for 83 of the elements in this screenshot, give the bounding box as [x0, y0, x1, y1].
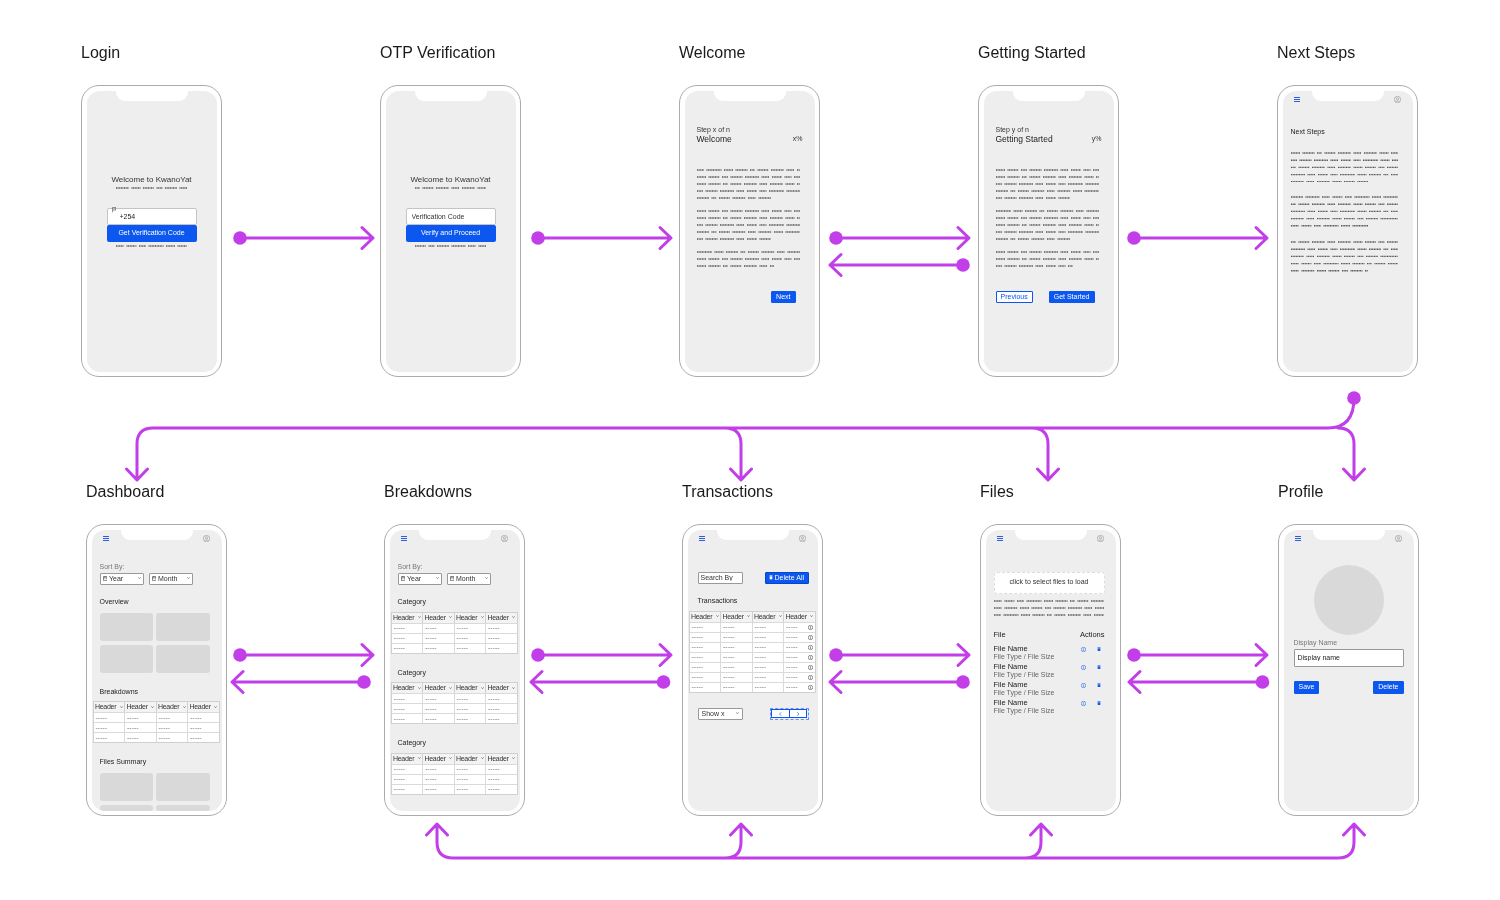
chevron-down-icon — [747, 615, 750, 618]
step-heading: Getting Started — [995, 133, 1053, 144]
chevron-down-icon — [435, 577, 439, 580]
chevron-down-icon — [484, 577, 488, 580]
user-icon[interactable] — [798, 535, 806, 542]
placeholder-card — [156, 804, 210, 811]
info-icon[interactable] — [807, 664, 813, 670]
welcome-heading: Welcome to KwanoYat — [110, 174, 193, 185]
screen-title: Files — [980, 482, 1015, 501]
screen-title: Welcome — [679, 43, 747, 62]
info-icon[interactable] — [807, 654, 813, 660]
chevron-down-icon — [735, 712, 739, 715]
menu-icon[interactable] — [996, 536, 1003, 541]
screen-title: Getting Started — [978, 43, 1087, 62]
trash-icon[interactable] — [1097, 664, 1101, 670]
chevron-down-icon — [186, 577, 190, 580]
user-icon[interactable] — [1096, 535, 1104, 542]
info-icon[interactable] — [807, 644, 813, 650]
screen-title: Next Steps — [1277, 43, 1357, 62]
info-icon[interactable] — [807, 674, 813, 680]
screen-title: Breakdowns — [384, 482, 474, 501]
menu-icon[interactable] — [1294, 536, 1301, 541]
chevron-down-icon — [480, 757, 484, 760]
chevron-down-icon — [778, 615, 782, 618]
placeholder-card — [99, 804, 153, 811]
chevron-down-icon — [512, 686, 515, 690]
chevron-down-icon — [512, 757, 515, 760]
trash-icon[interactable] — [1097, 646, 1101, 652]
placeholder-text-drawing — [116, 186, 187, 189]
chevron-down-icon — [182, 705, 186, 709]
chevron-down-icon — [449, 616, 452, 619]
placeholder-text-drawing — [415, 244, 486, 247]
chevron-down-icon — [715, 615, 719, 618]
calendar-icon — [449, 576, 454, 581]
user-icon[interactable] — [1394, 535, 1402, 542]
calendar-icon — [102, 576, 107, 581]
chevron-down-icon — [214, 705, 217, 709]
chevron-down-icon — [417, 757, 421, 760]
screen-title: Transactions — [682, 482, 774, 501]
user-icon[interactable] — [500, 535, 508, 542]
menu-icon[interactable] — [1293, 97, 1300, 102]
welcome-heading: Welcome to KwanoYat — [409, 174, 492, 185]
screen-title: Dashboard — [86, 482, 166, 501]
info-icon[interactable] — [1081, 646, 1086, 652]
chevron-down-icon — [480, 616, 484, 619]
chevron-left-icon — [779, 711, 782, 716]
chevron-down-icon — [810, 615, 813, 618]
placeholder-text-drawing — [415, 186, 486, 189]
menu-icon[interactable] — [400, 536, 407, 541]
menu-icon[interactable] — [698, 536, 705, 541]
chevron-down-icon — [480, 686, 484, 690]
info-icon[interactable] — [807, 684, 813, 690]
chevron-down-icon — [417, 686, 421, 690]
chevron-down-icon — [119, 705, 123, 709]
chevron-down-icon — [449, 686, 452, 690]
trash-icon[interactable] — [1097, 700, 1101, 706]
chevron-down-icon — [417, 616, 421, 619]
step-heading: Welcome — [696, 133, 732, 144]
info-icon[interactable] — [1081, 682, 1086, 688]
chevron-right-icon — [796, 711, 799, 716]
screen-title: Profile — [1278, 482, 1325, 501]
info-icon[interactable] — [807, 634, 813, 640]
menu-icon[interactable] — [102, 536, 109, 541]
info-icon[interactable] — [1081, 664, 1086, 670]
trash-icon[interactable] — [1097, 682, 1101, 688]
info-icon[interactable] — [1081, 700, 1086, 706]
next-page-button[interactable] — [789, 709, 807, 718]
calendar-icon — [400, 576, 405, 581]
user-icon[interactable] — [202, 535, 210, 542]
placeholder-text-drawing — [116, 244, 187, 247]
chevron-down-icon — [151, 705, 154, 709]
user-icon[interactable] — [1393, 96, 1401, 103]
pagination-control[interactable] — [769, 707, 809, 720]
previous-page-button[interactable] — [771, 709, 790, 718]
chevron-down-icon — [512, 616, 515, 619]
screen-title: Login — [81, 43, 122, 62]
info-icon[interactable] — [807, 624, 813, 630]
calendar-icon — [151, 576, 156, 581]
flag-icon — [111, 207, 116, 213]
screen-title: OTP Verification — [380, 43, 497, 62]
chevron-down-icon — [449, 757, 452, 760]
chevron-down-icon — [137, 577, 141, 580]
trash-icon — [768, 575, 773, 580]
